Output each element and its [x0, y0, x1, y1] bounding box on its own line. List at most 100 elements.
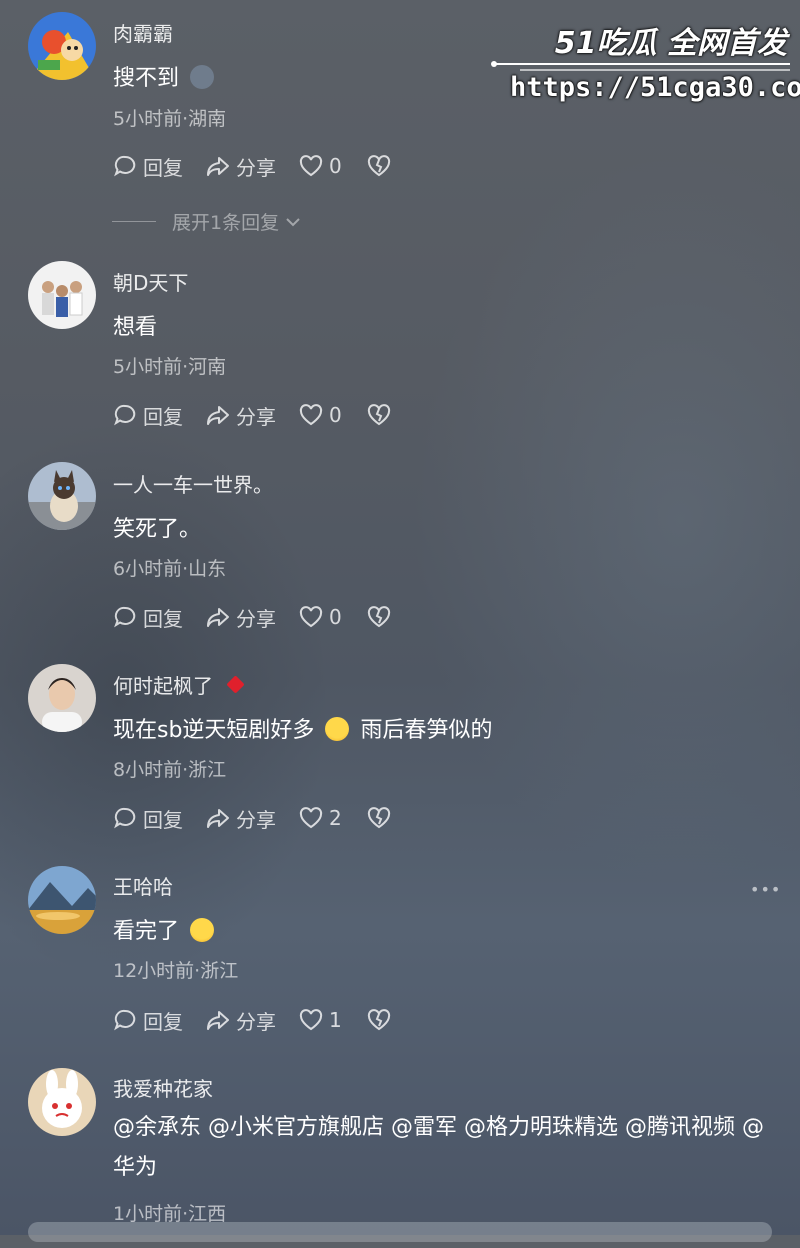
heart-icon [299, 1009, 323, 1031]
comment-text-part-1: 现在sb逆天短剧好多 [113, 718, 315, 743]
like-count: 0 [329, 403, 342, 427]
like-button[interactable]: 0 [298, 402, 342, 428]
dislike-button[interactable] [366, 153, 397, 179]
username[interactable]: 一人一车一世界。 [113, 469, 273, 498]
share-icon [207, 1011, 229, 1030]
username-text[interactable]: 何时起枫了 [113, 674, 213, 698]
share-label: 分享 [236, 155, 276, 180]
comment-meta: 12小时前·浙江 [113, 960, 239, 982]
reply-button[interactable]: 回复 [112, 1006, 183, 1035]
share-button[interactable]: 分享 [205, 401, 276, 430]
broken-heart-icon [367, 807, 390, 829]
like-button[interactable]: 0 [298, 153, 342, 179]
comment-actions: 回复 分享 1 [112, 1005, 419, 1035]
comment-text: 笑死了。 [113, 517, 202, 542]
reply-button[interactable]: 回复 [112, 804, 183, 833]
comment-meta: 5小时前·河南 [113, 356, 227, 378]
bunny-avatar[interactable] [28, 1068, 96, 1136]
share-icon [207, 157, 229, 176]
like-button[interactable]: 0 [298, 604, 342, 630]
comment-actions: 回复 分享 0 [112, 602, 419, 632]
broken-heart-icon [367, 1009, 390, 1031]
broken-heart-icon [367, 155, 390, 177]
reply-input-bar[interactable] [28, 1222, 772, 1242]
reply-icon [114, 807, 136, 829]
dislike-button[interactable] [366, 1007, 397, 1033]
broken-heart-icon [367, 404, 390, 426]
comment-actions: 回复 分享 2 [112, 803, 419, 833]
reply-label: 回复 [143, 404, 183, 429]
dislike-button[interactable] [366, 604, 397, 630]
landscape-avatar[interactable] [28, 866, 96, 934]
heart-icon [299, 404, 323, 426]
comment-text-content: 看完了 [113, 919, 180, 944]
share-icon [207, 608, 229, 627]
divider-line [112, 221, 156, 222]
red-diamond-badge-icon [226, 675, 246, 694]
username[interactable]: 朝D天下 [113, 267, 188, 296]
share-button[interactable]: 分享 [205, 152, 276, 181]
heart-icon [299, 807, 323, 829]
game-character-avatar[interactable] [28, 12, 96, 80]
expand-replies-label: 展开1条回复 [172, 212, 280, 234]
reply-label: 回复 [143, 807, 183, 832]
reply-icon [114, 404, 136, 426]
comment-text: 想看 [113, 315, 158, 340]
comment-item: 朝D天下 想看 5小时前·河南 回复 分享 0 [0, 250, 800, 440]
comment-text: @余承东 @小米官方旗舰店 @雷军 @格力明珠精选 @腾讯视频 @华为 [113, 1115, 764, 1180]
reply-button[interactable]: 回复 [112, 401, 183, 430]
reply-icon [114, 1009, 136, 1031]
username[interactable]: 王哈哈 [113, 871, 173, 900]
dislike-button[interactable] [366, 402, 397, 428]
heart-icon [299, 606, 323, 628]
comment-actions: 回复 分享 0 [112, 400, 419, 430]
comment-actions: 回复 分享 0 [112, 151, 419, 181]
comment-meta: 8小时前·浙江 [113, 759, 227, 781]
reply-icon [114, 606, 136, 628]
cat-avatar[interactable] [28, 462, 96, 530]
sweat-smile-emoji-icon [325, 717, 350, 741]
reply-label: 回复 [143, 606, 183, 631]
chevron-down-icon [286, 217, 300, 226]
group-photo-avatar[interactable] [28, 261, 96, 329]
like-count: 0 [329, 154, 342, 178]
reply-icon [114, 155, 136, 177]
like-button[interactable]: 1 [298, 1007, 342, 1033]
reply-button[interactable]: 回复 [112, 603, 183, 632]
shark-emoji-icon [190, 65, 215, 89]
reply-label: 回复 [143, 1009, 183, 1034]
comment-item: 一人一车一世界。 笑死了。 6小时前·山东 回复 分享 0 [0, 452, 800, 642]
reply-button[interactable]: 回复 [112, 152, 183, 181]
comment-text-content: 搜不到 [113, 66, 180, 91]
comment-text: 现在sb逆天短剧好多 雨后春笋似的 [113, 712, 492, 744]
comment-item: 我爱种花家 @余承东 @小米官方旗舰店 @雷军 @格力明珠精选 @腾讯视频 @华… [0, 1058, 800, 1248]
comment-text-part-2: 雨后春笋似的 [360, 718, 493, 743]
share-label: 分享 [236, 404, 276, 429]
share-button[interactable]: 分享 [205, 603, 276, 632]
username[interactable]: 肉霸霸 [113, 18, 173, 47]
username[interactable]: 我爱种花家 [113, 1073, 213, 1102]
share-icon [207, 406, 229, 425]
like-button[interactable]: 2 [298, 805, 342, 831]
share-icon [207, 809, 229, 828]
share-label: 分享 [236, 606, 276, 631]
comment-item: 王哈哈 看完了 12小时前·浙江 回复 分享 1 [0, 856, 800, 1046]
comment-text: 搜不到 [113, 60, 218, 92]
comment-meta: 6小时前·山东 [113, 558, 227, 580]
heart-icon [299, 155, 323, 177]
comment-item: 何时起枫了 现在sb逆天短剧好多 雨后春笋似的 8小时前·浙江 回复 分享 2 [0, 654, 800, 844]
like-count: 1 [329, 1008, 342, 1032]
laughing-tears-emoji-icon [190, 918, 215, 942]
share-label: 分享 [236, 807, 276, 832]
like-count: 2 [329, 806, 342, 830]
share-button[interactable]: 分享 [205, 1006, 276, 1035]
share-button[interactable]: 分享 [205, 804, 276, 833]
expand-replies-button[interactable]: 展开1条回复 [112, 208, 303, 235]
portrait-avatar[interactable] [28, 664, 96, 732]
like-count: 0 [329, 605, 342, 629]
reply-label: 回复 [143, 155, 183, 180]
comment-item: 肉霸霸 搜不到 5小时前·湖南 回复 分享 0 展开1条回复 [0, 0, 800, 234]
username: 何时起枫了 [113, 670, 246, 699]
share-label: 分享 [236, 1009, 276, 1034]
dislike-button[interactable] [366, 805, 397, 831]
